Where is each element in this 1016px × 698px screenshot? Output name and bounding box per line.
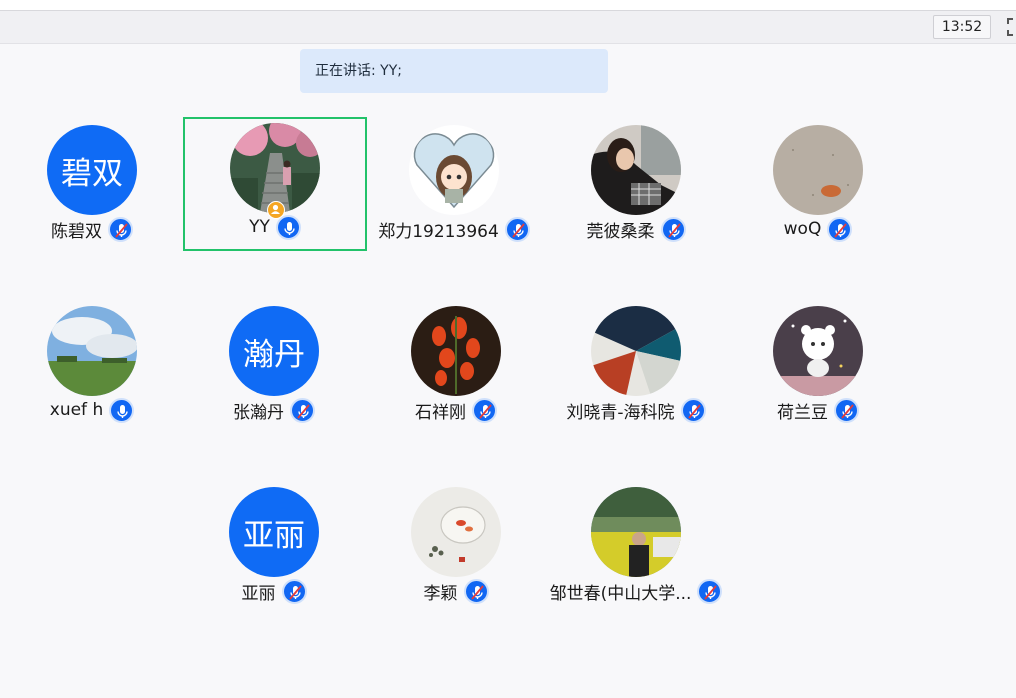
participant-name: 莞彼桑柔 <box>586 221 655 242</box>
window-top-edge <box>0 0 1016 10</box>
mic-muted-icon[interactable] <box>504 216 530 242</box>
participant-tile[interactable]: 刘晓青-海科院 <box>544 300 728 434</box>
participant-tile[interactable]: 碧双 陈碧双 <box>0 119 184 253</box>
avatar <box>411 487 501 577</box>
participant-tile[interactable]: woQ <box>726 119 910 253</box>
participant-name: 刘晓青-海科院 <box>566 402 675 423</box>
avatar <box>411 306 501 396</box>
avatar: 碧双 <box>47 125 137 215</box>
participant-name: 石祥刚 <box>415 402 466 423</box>
participant-name: woQ <box>783 219 822 239</box>
participant-tile-active[interactable]: YY <box>183 117 367 251</box>
avatar <box>773 306 863 396</box>
participant-name: xuef h <box>49 400 104 420</box>
participant-name: 亚丽 <box>241 583 276 604</box>
speaking-banner: 正在讲话: YY; <box>300 49 608 93</box>
avatar <box>230 123 320 213</box>
mic-muted-icon[interactable] <box>680 397 706 423</box>
participant-tile[interactable]: 李颖 <box>364 481 548 615</box>
participant-tile[interactable]: 莞彼桑柔 <box>544 119 728 253</box>
avatar <box>591 306 681 396</box>
participant-name: 荷兰豆 <box>777 402 828 423</box>
avatar <box>47 306 137 396</box>
mic-muted-icon[interactable] <box>108 216 133 242</box>
participant-tile[interactable]: 荷兰豆 <box>726 300 910 434</box>
avatar <box>591 125 681 215</box>
mic-muted-icon[interactable] <box>827 216 853 242</box>
participant-name: YY <box>249 217 270 237</box>
participant-name: 张瀚丹 <box>233 402 284 423</box>
participant-tile[interactable]: xuef h <box>0 300 184 434</box>
mic-muted-icon[interactable] <box>697 578 723 604</box>
avatar <box>409 125 499 215</box>
mic-muted-icon[interactable] <box>660 216 686 242</box>
meeting-clock: 13:52 <box>933 15 991 39</box>
mic-muted-icon[interactable] <box>290 397 315 423</box>
participant-name: 陈碧双 <box>51 221 102 242</box>
avatar: 瀚丹 <box>229 306 319 396</box>
participant-tile[interactable]: 郑力19213964 <box>362 119 546 253</box>
participant-name: 邹世春(中山大学... <box>549 583 692 604</box>
avatar: 亚丽 <box>229 487 319 577</box>
avatar <box>591 487 681 577</box>
mic-muted-icon[interactable] <box>472 397 497 423</box>
participant-tile[interactable]: 石祥刚 <box>364 300 548 434</box>
mic-muted-icon[interactable] <box>834 397 859 423</box>
participant-tile[interactable]: 瀚丹 张瀚丹 <box>182 300 366 434</box>
fullscreen-icon[interactable] <box>1007 18 1016 36</box>
avatar <box>773 125 863 215</box>
participant-name: 郑力19213964 <box>378 221 499 242</box>
meeting-toolbar: 13:52 <box>0 10 1016 44</box>
mic-muted-icon[interactable] <box>463 578 489 604</box>
participant-tile[interactable]: 亚丽 亚丽 <box>182 481 366 615</box>
participant-tile[interactable]: 邹世春(中山大学... <box>544 481 728 615</box>
participant-name: 李颖 <box>423 583 458 604</box>
mic-icon[interactable] <box>109 397 135 423</box>
mic-icon[interactable] <box>275 214 301 240</box>
mic-muted-icon[interactable] <box>281 578 307 604</box>
